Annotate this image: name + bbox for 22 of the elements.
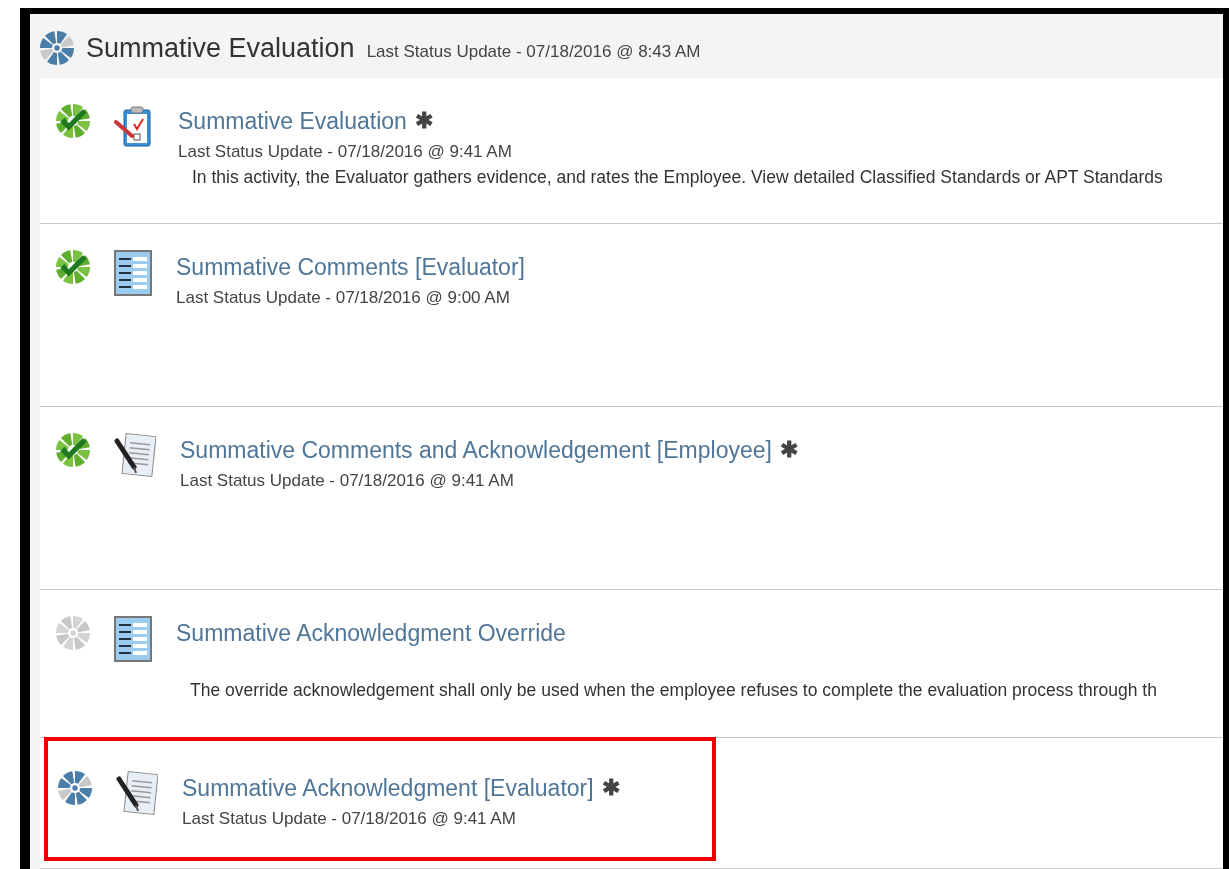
clipboard-icon: [114, 104, 154, 150]
activity-description: The override acknowledgement shall only be used when the employee refuses to complete the evaluation process through th: [190, 678, 1157, 702]
status-update: Last Status Update - 07/18/2016 @ 9:41 AM: [180, 469, 515, 492]
form-icon: [114, 616, 152, 662]
activity-link[interactable]: Summative Comments [Evaluator]: [176, 250, 525, 285]
progress-wheel-icon: [40, 31, 74, 65]
signed-document-icon: [116, 771, 158, 817]
form-icon: [114, 250, 152, 296]
activity-link[interactable]: Summative Acknowledgment [Evaluator]: [182, 771, 594, 806]
signed-document-icon: [114, 433, 156, 479]
status-update: Last Status Update - 07/18/2016 @ 9:00 AM: [176, 286, 511, 309]
activity-link[interactable]: Summative Evaluation: [178, 104, 407, 139]
activity-link[interactable]: Summative Comments and Acknowledgement [Employee]: [180, 433, 772, 468]
activity-description: In this activity, the Evaluator gathers evidence, and rates the Employee. View detailed Classified Standards or APT Standards: [192, 166, 1163, 189]
activity-link[interactable]: Summative Acknowledgment Override: [176, 616, 566, 651]
status-update: Last Status Update - 07/18/2016 @ 8:43 AM: [366, 41, 701, 64]
status-update: Last Status Update - 07/18/2016 @ 9:41 AM: [182, 807, 517, 830]
page-title: Summative Evaluation: [86, 31, 355, 65]
required-marker: ✱: [779, 439, 798, 462]
status-update: Last Status Update - 07/18/2016 @ 9:41 AM: [178, 140, 513, 163]
required-marker: ✱: [601, 777, 620, 800]
required-marker: ✱: [414, 110, 433, 133]
